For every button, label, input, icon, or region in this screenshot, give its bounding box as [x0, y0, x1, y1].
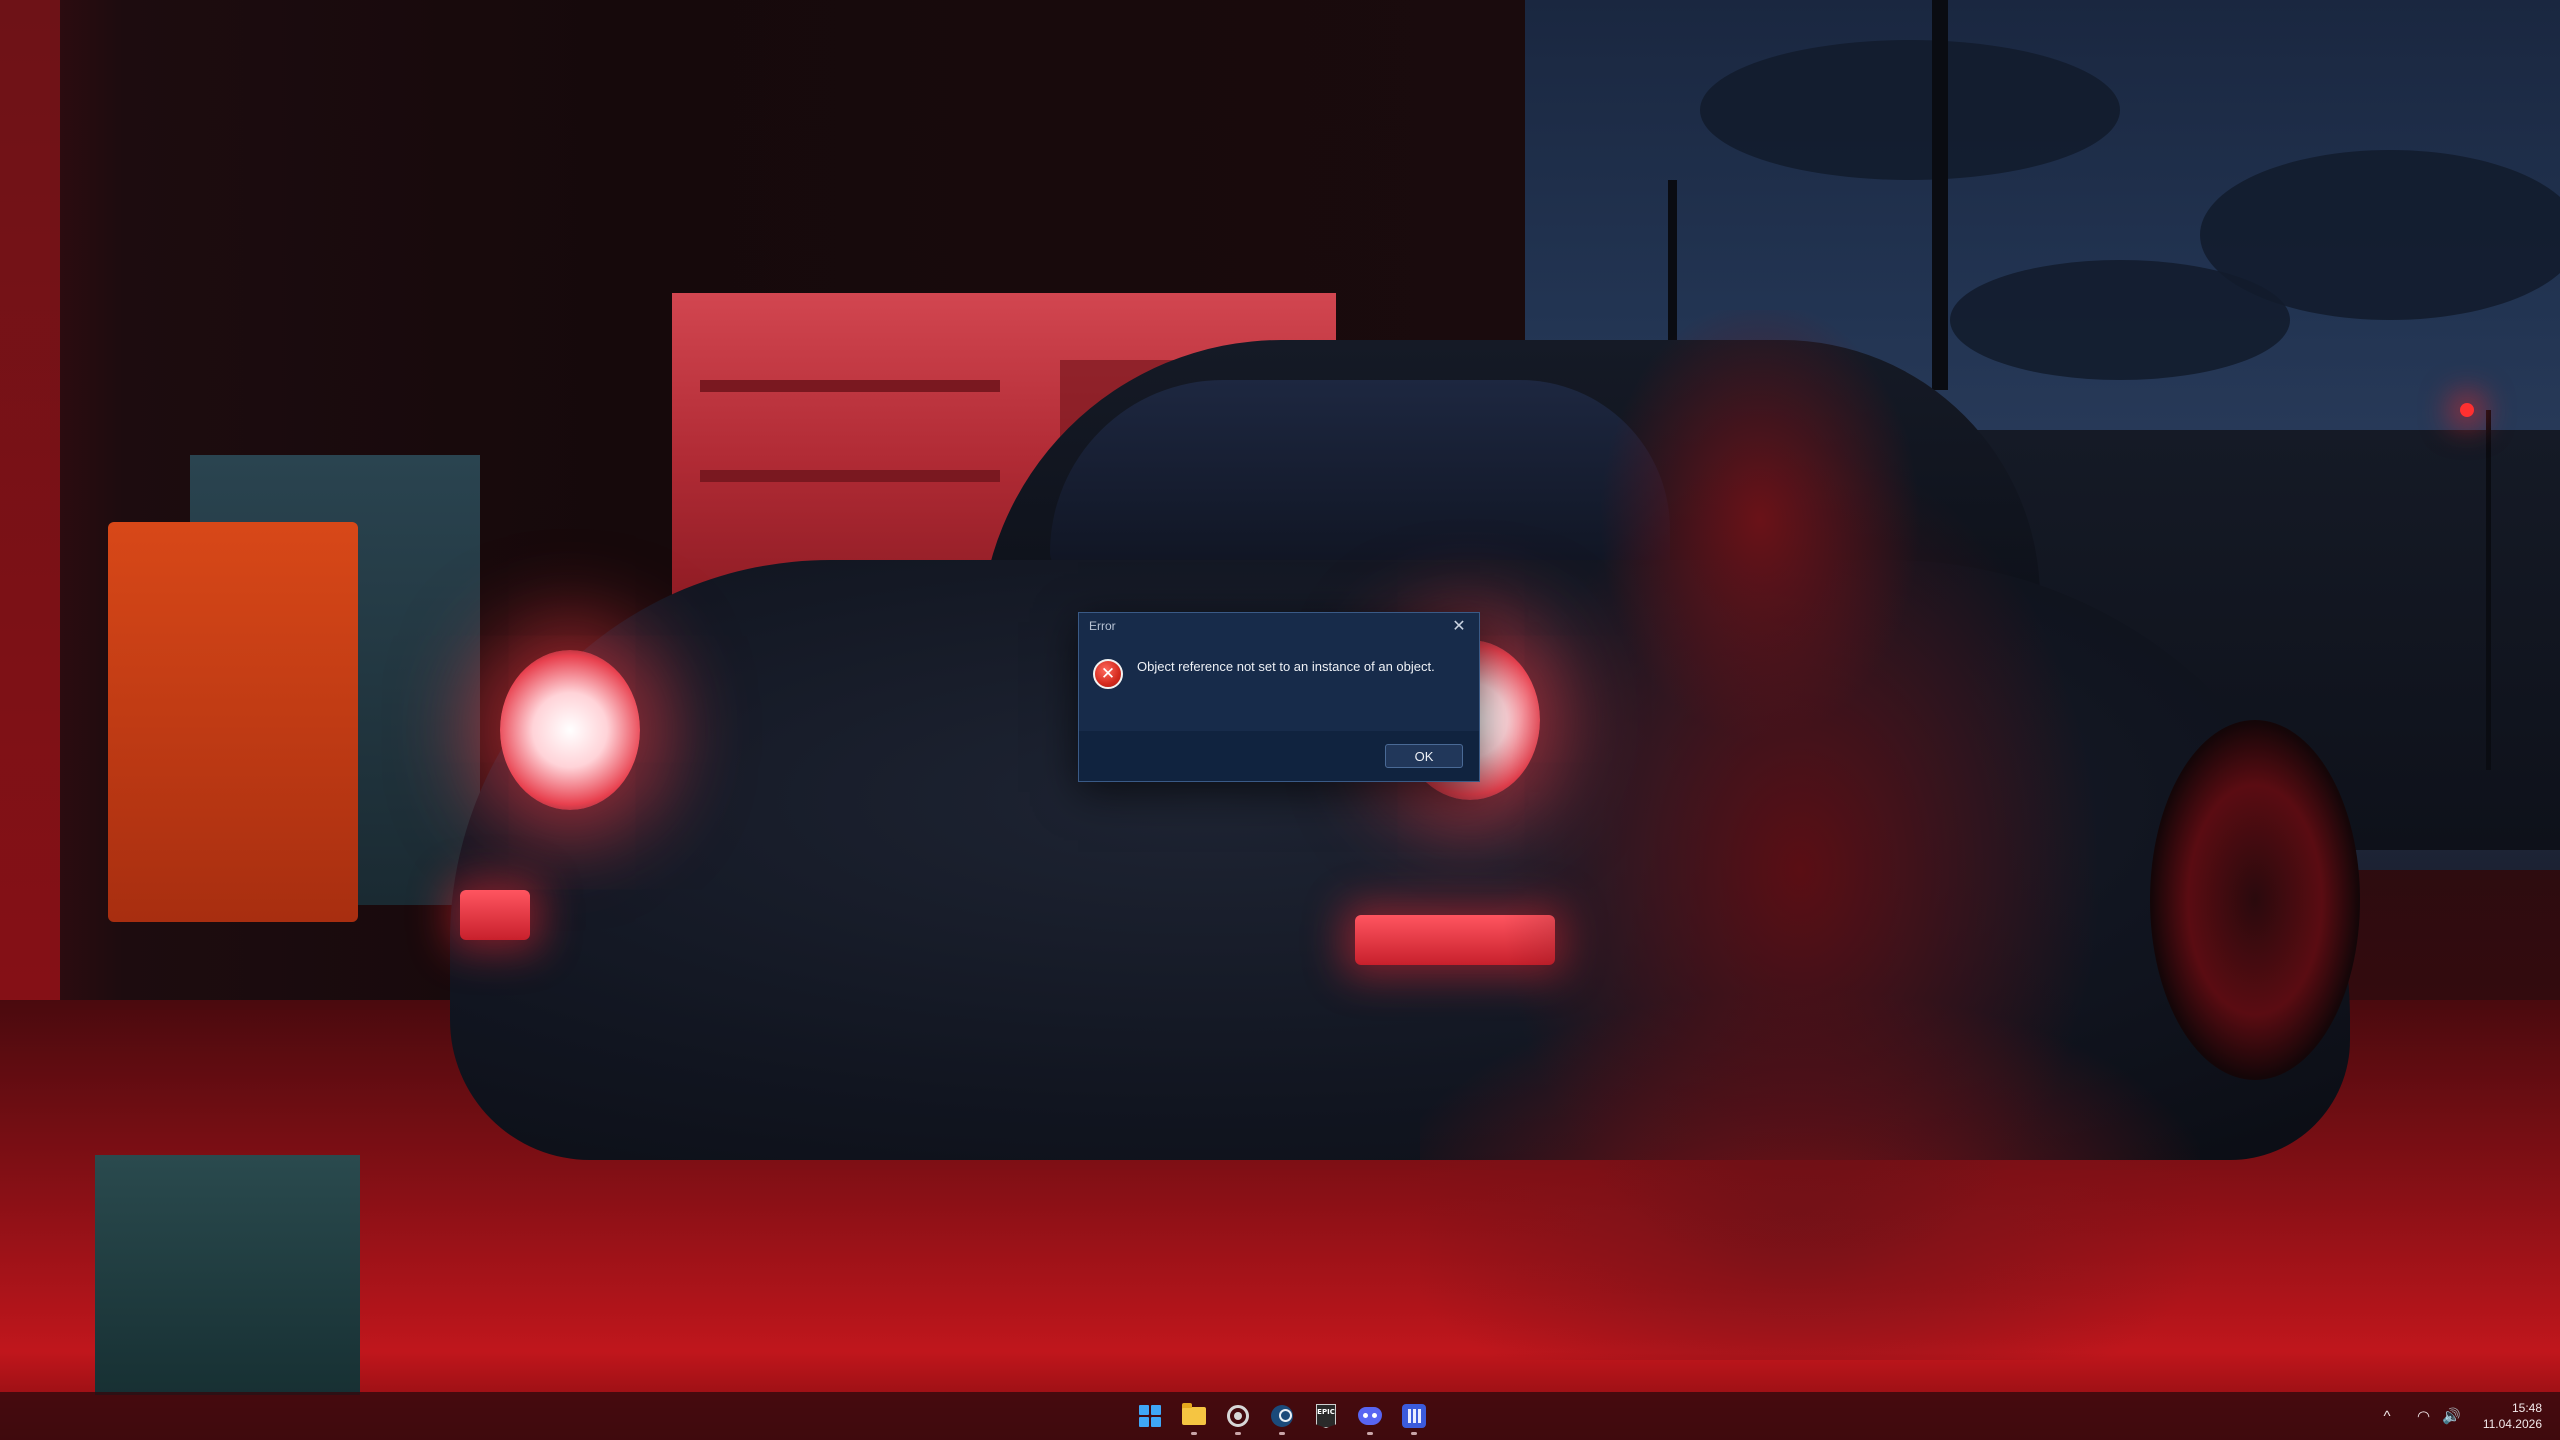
dialog-content: ✕ Object reference not set to an instanc… [1079, 639, 1479, 719]
chevron-up-icon: ^ [2383, 1407, 2391, 1425]
windows-logo-icon [1139, 1405, 1161, 1427]
wallpaper-shelf [700, 380, 1000, 392]
taskbar-apps: EPIC [1130, 1392, 1434, 1440]
taskbar-app-blue[interactable] [1394, 1396, 1434, 1436]
taskbar-app-circle[interactable] [1218, 1396, 1258, 1436]
dialog-footer: OK [1079, 731, 1479, 781]
volume-icon: 🔊 [2442, 1408, 2461, 1425]
dialog-message: Object reference not set to an instance … [1137, 659, 1435, 674]
wallpaper-headlight [500, 650, 640, 810]
wallpaper-street-lamp-pole [2486, 410, 2491, 770]
running-indicator [1367, 1432, 1373, 1435]
close-button[interactable]: ✕ [1447, 616, 1471, 636]
discord-icon [1358, 1407, 1382, 1425]
app-blue-icon [1402, 1404, 1426, 1428]
error-icon: ✕ [1093, 659, 1123, 689]
error-dialog: Error ✕ ✕ Object reference not set to an… [1078, 612, 1480, 782]
dialog-titlebar[interactable]: Error ✕ [1079, 613, 1479, 639]
system-tray: ^ ◠ 🔊 15:48 11.04.2026 [2373, 1392, 2548, 1440]
close-icon: ✕ [1452, 616, 1466, 635]
quick-settings-button[interactable]: ◠ 🔊 [2411, 1396, 2467, 1436]
clock-date: 11.04.2026 [2482, 1417, 2542, 1431]
wallpaper-vending-machine [108, 522, 358, 922]
running-indicator [1411, 1432, 1417, 1435]
running-indicator [1235, 1432, 1241, 1435]
error-icon-glyph: ✕ [1100, 664, 1116, 684]
tray-overflow-button[interactable]: ^ [2373, 1396, 2401, 1436]
wifi-icon: ◠ [2417, 1408, 2431, 1425]
taskbar-file-explorer[interactable] [1174, 1396, 1214, 1436]
wallpaper-street-lamp [2460, 403, 2474, 417]
wallpaper-bin [95, 1155, 360, 1395]
wallpaper-cloud [1700, 40, 2120, 180]
start-button[interactable] [1130, 1396, 1170, 1436]
taskbar-epic-games[interactable]: EPIC [1306, 1396, 1346, 1436]
taskbar: EPIC ^ ◠ 🔊 15:48 11.04.2026 [0, 1392, 2560, 1440]
ok-button[interactable]: OK [1385, 744, 1463, 768]
epic-games-icon: EPIC [1316, 1404, 1336, 1428]
taskbar-steam[interactable] [1262, 1396, 1302, 1436]
running-indicator [1191, 1432, 1197, 1435]
wallpaper-figure [1420, 310, 2200, 1360]
running-indicator [1279, 1432, 1285, 1435]
circle-icon [1227, 1405, 1249, 1427]
taskbar-clock[interactable]: 15:48 11.04.2026 [2477, 1396, 2548, 1436]
steam-icon [1271, 1405, 1293, 1427]
wallpaper-tail-light [460, 890, 530, 940]
wallpaper-shelf [700, 470, 1000, 482]
dialog-title: Error [1089, 619, 1116, 633]
folder-icon [1182, 1403, 1206, 1425]
taskbar-discord[interactable] [1350, 1396, 1390, 1436]
clock-time: 15:48 [2511, 1401, 2542, 1415]
